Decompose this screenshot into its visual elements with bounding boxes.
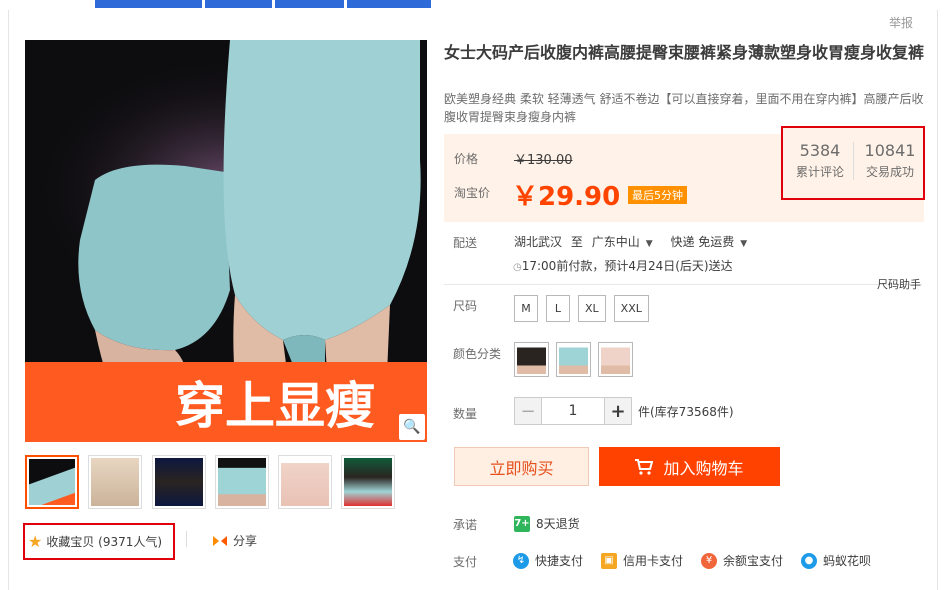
promise-text: 8天退货 (536, 517, 580, 531)
ship-from: 湖北武汉 (514, 235, 563, 249)
original-price-row: 价格 ￥130.00 (454, 150, 573, 168)
ship-to-word: 至 (570, 235, 583, 249)
payment-methods: ↯ 快捷支付 ▣ 信用卡支付 ¥ 余额宝支付 ● 蚂蚁花呗 (513, 552, 871, 569)
payment-huabei[interactable]: ● 蚂蚁花呗 (801, 552, 871, 569)
add-to-cart-label: 加入购物车 (663, 458, 744, 478)
quantity-stepper: − 1 + 件(库存73568件) (514, 397, 734, 425)
thumbnail-strip (25, 455, 425, 509)
thumbnail-3[interactable] (152, 455, 206, 509)
ship-method: 快递 免运费 (670, 235, 735, 249)
huabei-icon: ● (801, 552, 818, 569)
share-icon (213, 535, 227, 546)
counters-panel: 5384 累计评论 10841 交易成功 (781, 126, 925, 200)
stock-text: 件(库存73568件) (638, 404, 734, 419)
size-option-l[interactable]: L (546, 295, 570, 322)
size-option-xxl[interactable]: XXL (613, 295, 649, 322)
favorite-label: 收藏宝贝 (9371人气) (46, 535, 163, 549)
promo-badge: 最后5分钟 (628, 186, 687, 204)
main-product-image[interactable]: 穿上显瘦 🔍 (25, 40, 427, 442)
ship-method-select[interactable]: 快递 免运费 ▼ (670, 235, 747, 249)
size-option-m[interactable]: M (514, 295, 538, 322)
payment-label: 支付 (453, 555, 478, 569)
taobao-price-label: 淘宝价 (454, 186, 491, 200)
share-button[interactable]: 分享 (212, 532, 257, 549)
thumbnail-1[interactable] (25, 455, 79, 509)
ship-to: 广东中山 (591, 235, 640, 249)
thumbnail-5[interactable] (278, 455, 332, 509)
divider (186, 531, 187, 547)
taobao-price-value: ￥29.90 (512, 182, 621, 212)
quantity-input[interactable]: 1 (542, 397, 604, 425)
color-option-skin[interactable] (598, 342, 633, 377)
banner-text: 穿上显瘦 (175, 377, 375, 435)
money-bag-icon: ¥ (701, 552, 718, 569)
color-label: 颜色分类 (453, 347, 502, 361)
clock-icon: ◷ (513, 262, 522, 273)
eta-text: 17:00前付款，预计4月24日(后天)送达 (521, 259, 733, 273)
share-label: 分享 (233, 534, 258, 548)
decrease-button[interactable]: − (514, 397, 542, 425)
color-options (514, 342, 633, 377)
size-label: 尺码 (453, 299, 478, 313)
shipping-label: 配送 (453, 236, 478, 250)
add-to-cart-button[interactable]: 加入购物车 (599, 447, 780, 486)
reviews-label: 累计评论 (795, 165, 844, 179)
favorite-button[interactable]: ★ 收藏宝贝 (9371人气) (23, 523, 175, 560)
thumbnail-4[interactable] (215, 455, 269, 509)
top-nav-strip (0, 0, 945, 10)
size-helper-link[interactable]: 尺码助手 (877, 276, 921, 292)
color-option-blue[interactable] (556, 342, 591, 377)
payment-quickpay[interactable]: ↯ 快捷支付 (513, 552, 583, 569)
color-swatch (601, 345, 630, 374)
star-icon: ★ (28, 531, 43, 551)
promise-label: 承诺 (453, 518, 478, 532)
lightning-icon: ↯ (513, 552, 529, 569)
divider (444, 284, 922, 285)
increase-button[interactable]: + (604, 397, 632, 425)
ship-to-select[interactable]: 广东中山 ▼ (592, 235, 653, 249)
color-swatch (559, 345, 588, 374)
nav-tab[interactable] (205, 0, 273, 8)
buy-now-button[interactable]: 立即购买 (454, 447, 589, 486)
payment-method-label: 余额宝支付 (723, 554, 784, 568)
nav-tab[interactable] (95, 0, 203, 8)
product-photo: 穿上显瘦 (25, 40, 427, 442)
delivery-eta: ◷17:00前付款，预计4月24日(后天)送达 (513, 257, 733, 274)
payment-yuebao[interactable]: ¥ 余额宝支付 (701, 552, 783, 569)
product-subtitle: 欧美塑身经典 柔软 轻薄透气 舒适不卷边【可以直接穿着，里面不用在穿内裤】高腰产… (444, 92, 924, 124)
chevron-down-icon: ▼ (740, 239, 748, 249)
sales-counter: 10841 交易成功 (855, 141, 925, 180)
color-swatch (517, 345, 546, 374)
payment-method-label: 蚂蚁花呗 (823, 554, 872, 568)
reviews-counter[interactable]: 5384 累计评论 (785, 141, 855, 180)
nav-tab[interactable] (275, 0, 345, 8)
original-price-value: ￥130.00 (514, 153, 573, 168)
original-price-label: 价格 (454, 152, 479, 166)
quantity-label: 数量 (453, 407, 478, 421)
sales-count: 10841 (864, 141, 916, 160)
promise-info[interactable]: 7+ 8天退货 (514, 515, 580, 532)
payment-method-label: 快捷支付 (535, 554, 584, 568)
seven-days-icon: 7+ (514, 515, 530, 532)
size-options: M L XL XXL (514, 295, 649, 322)
divider (853, 142, 854, 180)
zoom-icon[interactable]: 🔍 (399, 414, 425, 440)
color-option-black[interactable] (514, 342, 549, 377)
thumbnail-6[interactable] (341, 455, 395, 509)
size-option-xl[interactable]: XL (578, 295, 606, 322)
report-link[interactable]: 举报 (889, 14, 913, 31)
thumbnail-2[interactable] (88, 455, 142, 509)
payment-method-label: 信用卡支付 (623, 554, 684, 568)
sales-label: 交易成功 (865, 165, 914, 179)
shipping-info: 湖北武汉 至 广东中山 ▼ 快递 免运费 ▼ (514, 233, 747, 250)
reviews-count: 5384 (799, 141, 841, 160)
chevron-down-icon: ▼ (645, 239, 653, 249)
nav-tab[interactable] (347, 0, 432, 8)
product-title: 女士大码产后收腹内裤高腰提臀束腰裤紧身薄款塑身收胃瘦身收复裤 (444, 43, 925, 62)
credit-card-icon: ▣ (601, 552, 618, 569)
payment-credit-card[interactable]: ▣ 信用卡支付 (601, 552, 683, 569)
taobao-price-row: 淘宝价 ￥29.90 最后5分钟 (454, 182, 687, 212)
cart-icon (635, 458, 654, 475)
